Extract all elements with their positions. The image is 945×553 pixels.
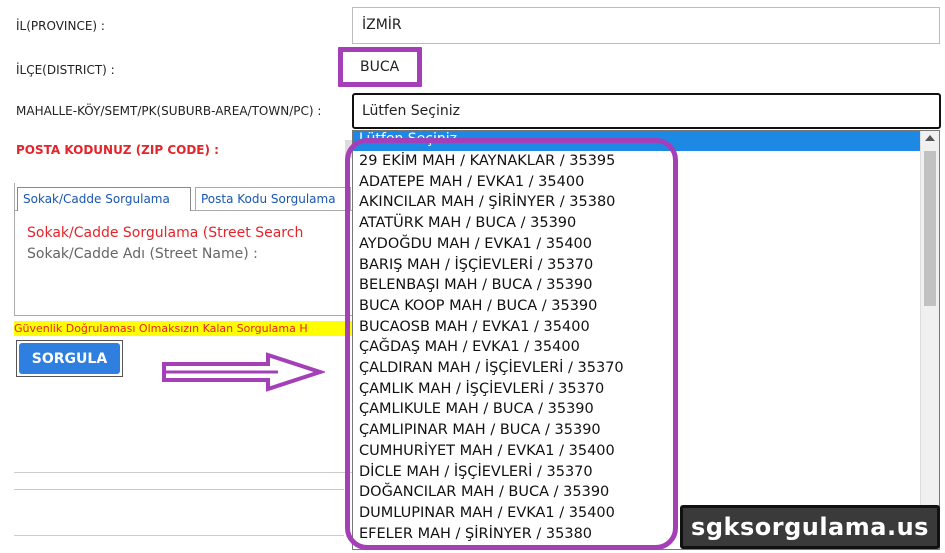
dropdown-option[interactable]: AYDOĞDU MAH / EVKA1 / 35400 bbox=[359, 236, 592, 252]
query-button-frame: SORGULA bbox=[16, 340, 123, 377]
suburb-label: MAHALLE-KÖY/SEMT/PK(SUBURB-AREA/TOWN/PC)… bbox=[16, 104, 322, 118]
dropdown-scrollbar[interactable] bbox=[920, 131, 939, 549]
dropdown-option[interactable]: BUCA KOOP MAH / BUCA / 35390 bbox=[359, 298, 597, 314]
dropdown-option[interactable]: BARIŞ MAH / İŞÇİEVLERİ / 35370 bbox=[359, 257, 593, 273]
dropdown-option[interactable]: DUMLUPINAR MAH / EVKA1 / 35400 bbox=[359, 505, 615, 521]
dropdown-option[interactable]: AKINCILAR MAH / ŞİRİNYER / 35380 bbox=[359, 194, 615, 210]
site-watermark: sgksorgulama.us bbox=[680, 505, 940, 549]
dropdown-option[interactable]: 29 EKİM MAH / KAYNAKLAR / 35395 bbox=[359, 153, 615, 169]
dropdown-option[interactable]: ÇALDIRAN MAH / İŞÇİEVLERİ / 35370 bbox=[359, 360, 624, 376]
dropdown-option[interactable]: EFELER MAH / ŞİRİNYER / 35380 bbox=[359, 526, 592, 542]
divider-line bbox=[14, 535, 344, 536]
arrow-right-icon bbox=[162, 352, 325, 392]
tab-zip-search[interactable]: Posta Kodu Sorgulama bbox=[195, 187, 351, 210]
dropdown-option[interactable]: ADATEPE MAH / EVKA1 / 35400 bbox=[359, 174, 584, 190]
street-name-label: Sokak/Cadde Adı (Street Name) : bbox=[27, 246, 258, 262]
dropdown-option[interactable]: CUMHURİYET MAH / EVKA1 / 35400 bbox=[359, 443, 615, 459]
dropdown-option[interactable]: DOĞANCILAR MAH / BUCA / 35390 bbox=[359, 484, 609, 500]
district-label: İLÇE(DISTRICT) : bbox=[16, 63, 115, 77]
street-search-title: Sokak/Cadde Sorgulama (Street Search bbox=[27, 225, 304, 241]
suburb-dropdown-list[interactable]: Lütfen Seçiniz 29 EKİM MAH / KAYNAKLAR /… bbox=[352, 130, 940, 550]
province-label: İL(PROVINCE) : bbox=[16, 19, 105, 33]
dropdown-option[interactable]: ÇAĞDAŞ MAH / EVKA1 / 35400 bbox=[359, 339, 580, 355]
scroll-up-icon[interactable] bbox=[925, 135, 935, 141]
security-warning: Güvenlik Doğrulaması Olmaksızın Kalan So… bbox=[14, 321, 354, 336]
query-button[interactable]: SORGULA bbox=[19, 343, 120, 374]
dropdown-option[interactable]: ÇAMLIPINAR MAH / BUCA / 35390 bbox=[359, 422, 601, 438]
divider-line bbox=[14, 472, 354, 473]
suburb-select[interactable]: Lütfen Seçiniz bbox=[352, 93, 941, 129]
district-field[interactable]: BUCA bbox=[352, 50, 432, 87]
dropdown-option[interactable]: BELENBAŞI MAH / BUCA / 35390 bbox=[359, 277, 592, 293]
dropdown-option[interactable]: DİCLE MAH / İŞÇİEVLERİ / 35370 bbox=[359, 464, 593, 480]
dropdown-option[interactable]: ÇAMLIK MAH / İŞÇİEVLERİ / 35370 bbox=[359, 381, 604, 397]
scrollbar-thumb[interactable] bbox=[924, 151, 936, 306]
dropdown-option[interactable]: ATATÜRK MAH / BUCA / 35390 bbox=[359, 215, 576, 231]
divider-line bbox=[14, 489, 344, 490]
zip-code-label: POSTA KODUNUZ (ZIP CODE) : bbox=[16, 143, 219, 157]
province-field[interactable]: İZMİR bbox=[352, 7, 940, 44]
dropdown-option-selected[interactable]: Lütfen Seçiniz bbox=[353, 131, 921, 151]
dropdown-option[interactable]: BUCAOSB MAH / EVKA1 / 35400 bbox=[359, 319, 590, 335]
tab-street-search[interactable]: Sokak/Cadde Sorgulama bbox=[17, 187, 191, 211]
dropdown-option[interactable]: ÇAMLIKULE MAH / BUCA / 35390 bbox=[359, 401, 594, 417]
